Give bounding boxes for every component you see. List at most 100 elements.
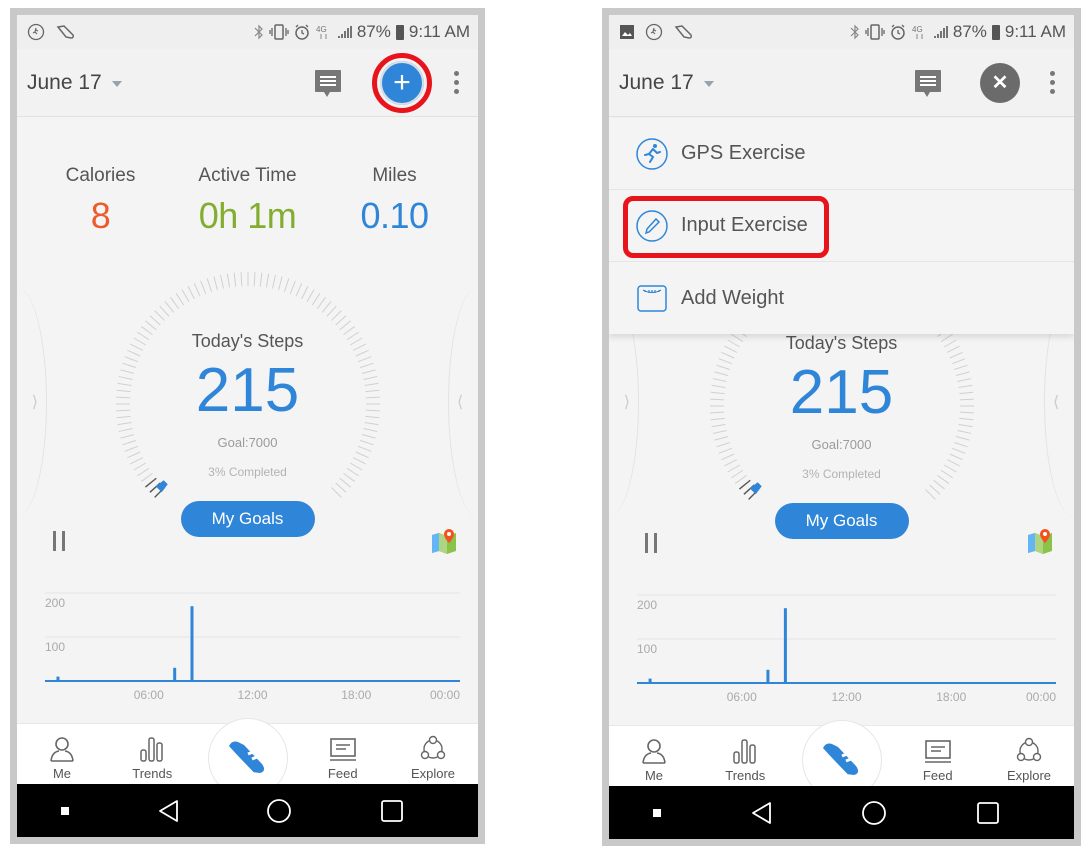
stat-miles[interactable]: Miles 0.10 bbox=[325, 165, 465, 237]
home-button[interactable] bbox=[266, 798, 292, 824]
map-button[interactable] bbox=[1026, 527, 1054, 555]
chevron-left-icon: ⟨ bbox=[457, 394, 464, 411]
next-day-button[interactable]: ⟨ bbox=[448, 287, 478, 517]
nav-label: Me bbox=[644, 768, 664, 783]
y-tick-label: 100 bbox=[637, 642, 657, 656]
home-button[interactable] bbox=[861, 800, 887, 826]
more-options-button[interactable] bbox=[444, 71, 468, 94]
chevron-right-icon: ⟩ bbox=[623, 394, 630, 411]
steps-count: 215 bbox=[789, 358, 894, 427]
bar-chart-icon bbox=[140, 737, 163, 762]
stat-active-time[interactable]: Active Time 0h 1m bbox=[178, 165, 318, 237]
steps-chart: 100 200 06:00 12:00 18:00 00:00 bbox=[609, 575, 1074, 715]
nav-feed[interactable]: Feed bbox=[903, 736, 973, 783]
menu-item-gps-exercise[interactable]: GPS Exercise bbox=[609, 118, 1074, 190]
nav-trends[interactable]: Trends bbox=[710, 736, 780, 783]
x-tick-label: 00:00 bbox=[1026, 690, 1056, 704]
menu-item-input-exercise[interactable]: Input Exercise bbox=[609, 190, 1074, 262]
svg-text:4G: 4G bbox=[316, 25, 327, 34]
image-icon bbox=[619, 24, 635, 40]
shoe-icon bbox=[55, 23, 77, 41]
person-icon bbox=[642, 739, 666, 764]
stat-label: Calories bbox=[65, 165, 136, 186]
stat-value: 0h 1m bbox=[198, 195, 297, 236]
stat-value: 0.10 bbox=[360, 195, 429, 236]
vibrate-icon bbox=[269, 24, 289, 40]
vibrate-icon bbox=[865, 24, 885, 40]
steps-chart-svg: 100 200 06:00 12:00 18:00 00:00 bbox=[45, 592, 460, 702]
battery-icon bbox=[395, 24, 404, 40]
steps-dial: Today's Steps 215 Goal:7000 3% Completed bbox=[113, 269, 383, 539]
back-button[interactable] bbox=[157, 799, 179, 823]
chevron-left-icon: ⟨ bbox=[1053, 394, 1060, 411]
map-icon bbox=[1028, 529, 1052, 554]
clock: 9:11 AM bbox=[1004, 22, 1066, 41]
android-nav-bar bbox=[17, 784, 478, 837]
message-button[interactable] bbox=[914, 69, 942, 97]
map-button[interactable] bbox=[430, 527, 458, 555]
activity-icon bbox=[27, 23, 45, 41]
feed-icon bbox=[924, 740, 951, 763]
add-button[interactable]: + bbox=[372, 52, 432, 113]
nav-trends[interactable]: Trends bbox=[117, 734, 187, 781]
app-header: June 17 + bbox=[17, 49, 478, 117]
recents-button[interactable] bbox=[380, 799, 404, 823]
y-tick-label: 100 bbox=[45, 640, 65, 654]
pause-button[interactable] bbox=[53, 531, 69, 553]
back-button[interactable] bbox=[750, 801, 772, 825]
nav-me[interactable]: Me bbox=[619, 736, 689, 783]
nav-feed[interactable]: Feed bbox=[308, 734, 378, 781]
recents-icon bbox=[976, 801, 999, 824]
close-icon: ✕ bbox=[991, 71, 1009, 94]
nav-label: Explore bbox=[1006, 768, 1052, 783]
recents-button[interactable] bbox=[976, 801, 1000, 825]
steps-goal: Goal:7000 bbox=[811, 437, 872, 452]
explore-icon bbox=[420, 735, 446, 760]
bar-chart-icon bbox=[733, 739, 756, 764]
nav-me[interactable]: Me bbox=[27, 734, 97, 781]
map-icon bbox=[432, 529, 456, 554]
my-goals-button[interactable]: My Goals bbox=[774, 503, 909, 539]
explore-icon bbox=[1016, 737, 1042, 762]
prev-day-button[interactable]: ⟩ bbox=[17, 287, 47, 517]
my-goals-button[interactable]: My Goals bbox=[180, 501, 315, 537]
add-menu: GPS Exercise Input Exercise Add Weight bbox=[609, 118, 1074, 334]
message-button[interactable] bbox=[314, 69, 342, 97]
nav-explore[interactable]: Explore bbox=[398, 734, 468, 781]
nav-label: Explore bbox=[410, 766, 456, 781]
pause-bar bbox=[53, 531, 56, 551]
nav-explore[interactable]: Explore bbox=[994, 736, 1064, 783]
steps-chart: 100 200 06:00 12:00 18:00 00:00 bbox=[17, 573, 478, 713]
running-icon bbox=[636, 137, 668, 170]
close-menu-button[interactable]: ✕ bbox=[980, 62, 1020, 103]
x-tick-label: 06:00 bbox=[134, 688, 164, 702]
phone-screenshot-left: 4G 87% 9:11 AM June 17 + Calories 8 Acti… bbox=[10, 8, 485, 844]
status-bar: 4G 87% 9:11 AM bbox=[609, 15, 1074, 49]
highlight-circle bbox=[372, 52, 432, 113]
stat-value: 8 bbox=[90, 195, 111, 236]
date-selector[interactable]: June 17 bbox=[619, 71, 714, 95]
chart-bar bbox=[164, 680, 168, 681]
clock: 9:11 AM bbox=[408, 22, 470, 41]
status-bar: 4G 87% 9:11 AM bbox=[17, 15, 478, 49]
chart-bar bbox=[783, 608, 787, 683]
menu-item-label: Add Weight bbox=[681, 286, 785, 309]
back-icon bbox=[752, 801, 772, 824]
dot bbox=[1049, 80, 1055, 85]
pause-button[interactable] bbox=[645, 533, 661, 555]
date-label: June 17 bbox=[619, 70, 694, 94]
stat-calories[interactable]: Calories 8 bbox=[31, 165, 171, 237]
more-options-button[interactable] bbox=[1040, 71, 1064, 94]
date-selector[interactable]: June 17 bbox=[27, 71, 122, 95]
date-label: June 17 bbox=[27, 70, 102, 94]
bottom-nav: Me Trends Feed Explore bbox=[17, 718, 478, 798]
x-tick-label: 12:00 bbox=[237, 688, 267, 702]
menu-item-add-weight[interactable]: Add Weight bbox=[609, 262, 1074, 334]
x-tick-label: 18:00 bbox=[341, 688, 371, 702]
dot bbox=[453, 71, 459, 76]
shoe-icon bbox=[822, 743, 858, 776]
nav-label: Trends bbox=[132, 766, 173, 781]
notification-dot bbox=[60, 806, 69, 815]
home-icon bbox=[861, 800, 886, 825]
chart-bar bbox=[648, 678, 652, 683]
